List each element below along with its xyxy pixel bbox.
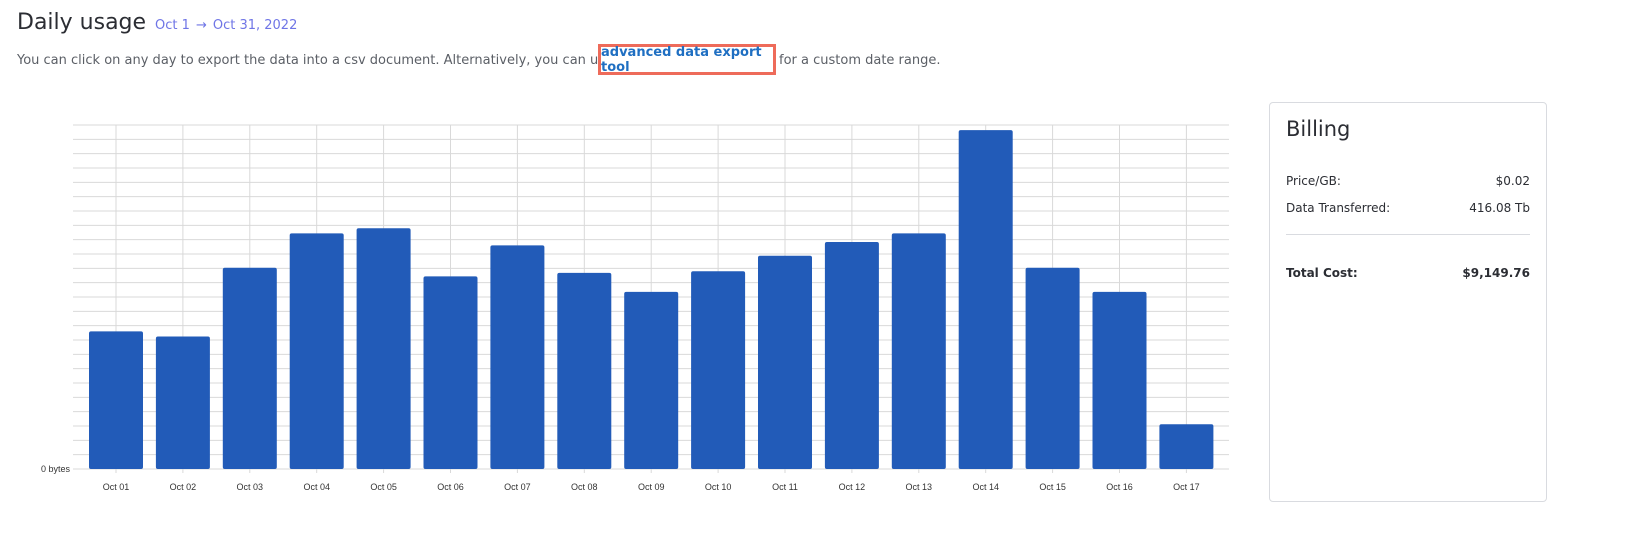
date-range-end[interactable]: Oct 31, 2022	[213, 18, 298, 33]
chart-bar[interactable]	[356, 228, 411, 469]
date-range-start[interactable]: Oct 1	[155, 18, 190, 33]
total-cost-value: $9,149.76	[1462, 266, 1530, 280]
x-tick-label: Oct 11	[772, 482, 798, 492]
total-cost-label: Total Cost:	[1286, 266, 1358, 280]
billing-row-transferred: Data Transferred: 416.08 Tb	[1286, 201, 1530, 215]
billing-row-price: Price/GB: $0.02	[1286, 174, 1530, 188]
x-tick-label: Oct 13	[906, 482, 933, 492]
description-after: for a custom date range.	[779, 53, 941, 68]
chart-bar[interactable]	[758, 255, 812, 469]
chart-bar[interactable]	[624, 291, 679, 469]
x-tick-label: Oct 17	[1173, 482, 1200, 492]
chart-bar[interactable]	[824, 241, 879, 469]
chart-bar[interactable]	[289, 233, 344, 469]
chart-bar[interactable]	[557, 272, 612, 469]
x-tick-label: Oct 07	[504, 482, 531, 492]
billing-panel: Billing Price/GB: $0.02 Data Transferred…	[1269, 102, 1547, 502]
billing-divider	[1286, 234, 1530, 235]
chart-bar[interactable]	[1159, 424, 1214, 469]
billing-title: Billing	[1286, 117, 1351, 141]
transferred-label: Data Transferred:	[1286, 201, 1391, 215]
x-tick-label: Oct 08	[571, 482, 598, 492]
chart-bar[interactable]	[691, 271, 746, 469]
x-tick-label: Oct 14	[972, 482, 999, 492]
x-tick-label: Oct 10	[705, 482, 732, 492]
transferred-value: 416.08 Tb	[1469, 201, 1530, 215]
advanced-export-link[interactable]: advanced data export tool	[598, 44, 776, 75]
price-label: Price/GB:	[1286, 174, 1341, 188]
price-value: $0.02	[1495, 174, 1530, 188]
chart-bar[interactable]	[490, 245, 545, 469]
x-tick-label: Oct 09	[638, 482, 665, 492]
page-title: Daily usage	[17, 10, 147, 35]
page-header: Daily usage Oct 1 → Oct 31, 2022	[17, 10, 297, 35]
x-tick-label: Oct 16	[1106, 482, 1133, 492]
daily-usage-page: Daily usage Oct 1 → Oct 31, 2022 You can…	[0, 0, 1645, 542]
daily-usage-chart: 0 bytes Oct 01 Oct 02 Oct 03 Oct 04 Oct 05 Oct…	[41, 124, 1229, 492]
chart-bar[interactable]	[155, 336, 210, 469]
chart-bar[interactable]	[1092, 291, 1147, 469]
x-tick-label: Oct 01	[103, 482, 130, 492]
description-before: You can click on any day to export the d…	[17, 53, 639, 68]
advanced-export-link-label[interactable]: advanced data export tool	[601, 45, 773, 75]
chart-bar[interactable]	[891, 233, 946, 469]
x-tick-label: Oct 02	[170, 482, 197, 492]
x-tick-label: Oct 05	[370, 482, 397, 492]
billing-row-total: Total Cost: $9,149.76	[1286, 266, 1530, 280]
x-tick-label: Oct 12	[839, 482, 866, 492]
x-tick-label: Oct 04	[303, 482, 330, 492]
chart-bar[interactable]	[958, 130, 1013, 469]
x-tick-label: Oct 03	[237, 482, 264, 492]
x-tick-label: Oct 06	[437, 482, 464, 492]
chart-bar[interactable]	[1025, 267, 1080, 469]
chart-bar[interactable]	[89, 331, 143, 469]
date-range[interactable]: Oct 1 → Oct 31, 2022	[155, 18, 297, 33]
y-tick-label: 0 bytes	[41, 464, 71, 474]
x-tick-label: Oct 15	[1039, 482, 1066, 492]
arrow-right-icon: →	[195, 18, 207, 33]
chart-bar[interactable]	[423, 276, 478, 469]
description-text: You can click on any day to export the d…	[17, 53, 639, 68]
chart-bar[interactable]	[222, 267, 277, 469]
